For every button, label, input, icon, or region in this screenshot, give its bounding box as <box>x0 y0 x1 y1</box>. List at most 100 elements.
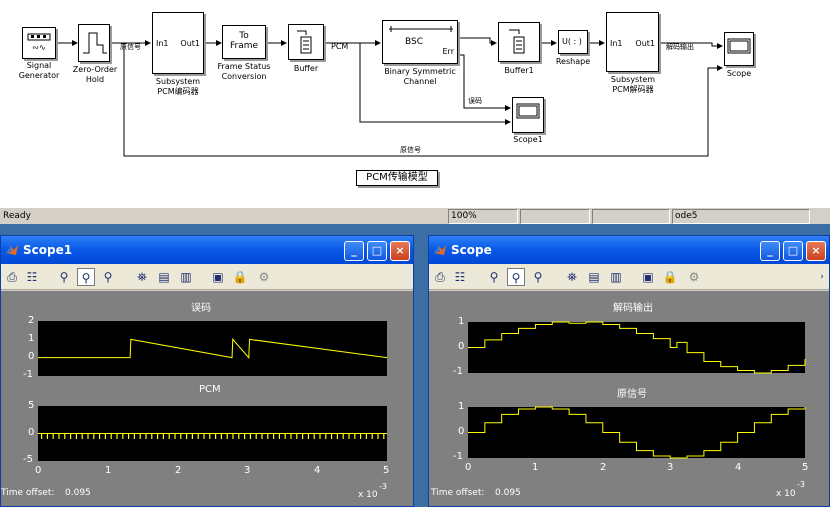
subsystem-decoder-block[interactable]: In1 Out1 <box>606 12 659 72</box>
y-tick-label: -1 <box>453 366 463 377</box>
x-exponent-power: -3 <box>379 482 387 491</box>
pcm-pulse <box>365 433 367 439</box>
pcm-pulse <box>249 433 251 439</box>
save-axes-icon[interactable]: ▤ <box>155 268 173 286</box>
y-tick-label: -5 <box>23 454 33 465</box>
signal-generator-label: Signal Generator <box>18 61 60 80</box>
x-tick-label: 4 <box>735 462 742 473</box>
maximize-button[interactable]: □ <box>783 241 803 261</box>
x-tick-label: 4 <box>314 465 321 476</box>
signal-selection-icon[interactable]: ⚙ <box>685 268 703 286</box>
subsystem-encoder-block[interactable]: In1 Out1 <box>152 12 204 74</box>
x-tick-label: 3 <box>244 465 251 476</box>
zoom-x-icon[interactable]: ⚲ <box>77 268 95 286</box>
signal-label-pcm[interactable]: PCM <box>331 42 348 51</box>
zoom-y-icon[interactable]: ⚲ <box>529 268 547 286</box>
minimize-button[interactable]: _ <box>760 241 780 261</box>
parameters-icon[interactable]: ☷ <box>23 268 41 286</box>
close-button[interactable]: × <box>390 241 410 261</box>
buffer1-block[interactable] <box>498 22 540 62</box>
close-button[interactable]: × <box>806 241 826 261</box>
pcm-pulse <box>354 433 356 439</box>
port-in1: In1 <box>610 39 623 48</box>
signal-selection-icon[interactable]: ⚙ <box>255 268 273 286</box>
zoom-icon[interactable]: ⚲ <box>485 268 503 286</box>
maximize-button[interactable]: □ <box>367 241 387 261</box>
pcm-pulse <box>162 433 164 439</box>
pcm-pulse <box>58 433 60 439</box>
pcm-pulse <box>41 433 43 439</box>
pcm-pulse <box>104 433 106 439</box>
restore-axes-icon[interactable]: ▥ <box>607 268 625 286</box>
lock-icon[interactable]: 🔒 <box>231 268 249 286</box>
autoscale-icon[interactable]: ⛯ <box>133 268 151 286</box>
model-caption[interactable]: PCM传输模型 <box>356 170 438 186</box>
status-field-empty <box>520 209 590 224</box>
pcm-pulse <box>296 433 298 439</box>
scope1-window: Scope1 _ □ × ⎙ ☷ ⚲ ⚲ ⚲ ⛯ ▤ ▥ ▣ 🔒 ⚙ 误码 PC… <box>0 235 414 507</box>
pcm-pulse <box>157 433 159 439</box>
zero-order-hold-block[interactable] <box>78 24 110 62</box>
subsystem-decoder-label: Subsystem PCM解码器 <box>610 75 656 94</box>
signal-label-orig2[interactable]: 原信号 <box>400 145 421 155</box>
scope-block[interactable] <box>724 32 754 66</box>
scope-window: Scope _ □ × ⎙ ☷ ⚲ ⚲ ⚲ ⛯ ▤ ▥ ▣ 🔒 ⚙ › 解码输出… <box>428 235 830 507</box>
scope1-block[interactable] <box>512 97 544 133</box>
scope1-figure: 误码 PCM 2 1 0 -1 5 0 -5 0 1 2 3 4 5 x 10 … <box>1 291 413 506</box>
pcm-pulse <box>226 433 228 439</box>
pcm-pulse <box>284 433 286 439</box>
pcm-pulse <box>360 433 362 439</box>
save-axes-icon[interactable]: ▤ <box>585 268 603 286</box>
buffer-block[interactable] <box>288 24 324 60</box>
signal-label-err[interactable]: 误码 <box>468 96 482 106</box>
signal-label-orig[interactable]: 原信号 <box>120 42 141 52</box>
zoom-icon[interactable]: ⚲ <box>55 268 73 286</box>
print-icon[interactable]: ⎙ <box>431 268 449 286</box>
time-offset-value: 0.095 <box>495 488 521 498</box>
scope1-icon <box>516 103 540 119</box>
pcm-pulse <box>180 433 182 439</box>
scope-label: Scope <box>726 69 752 78</box>
zoom-y-icon[interactable]: ⚲ <box>99 268 117 286</box>
scope1-titlebar[interactable]: Scope1 _ □ × <box>1 236 413 264</box>
frame-status-icon-text: To Frame <box>229 31 259 51</box>
minimize-button[interactable]: _ <box>344 241 364 261</box>
signal-label-dec[interactable]: 解码输出 <box>666 42 694 52</box>
pcm-pulse <box>336 433 338 439</box>
pcm-pulse <box>255 433 257 439</box>
x-tick-label: 2 <box>175 465 182 476</box>
bsc-label: Binary Symmetric Channel <box>384 67 456 86</box>
scope1-axes[interactable] <box>1 291 413 507</box>
toolbar-overflow-icon[interactable]: › <box>813 268 830 286</box>
restore-axes-icon[interactable]: ▥ <box>177 268 195 286</box>
x-tick-label: 3 <box>667 462 674 473</box>
y-tick-label: 1 <box>458 401 465 412</box>
floating-scope-icon[interactable]: ▣ <box>639 268 657 286</box>
pcm-pulse <box>220 433 222 439</box>
pcm-pulse <box>133 433 135 439</box>
zoom-x-icon[interactable]: ⚲ <box>507 268 525 286</box>
bsc-block[interactable]: BSC Err <box>382 20 458 64</box>
floating-scope-icon[interactable]: ▣ <box>209 268 227 286</box>
buffer1-label: Buffer1 <box>504 66 534 75</box>
pcm-pulse <box>261 433 263 439</box>
reshape-label: Reshape <box>555 57 591 66</box>
pcm-pulse <box>267 433 269 439</box>
parameters-icon[interactable]: ☷ <box>451 268 469 286</box>
autoscale-icon[interactable]: ⛯ <box>563 268 581 286</box>
model-canvas: ∾∿ Signal Generator Zero-Order Hold In1 … <box>0 0 830 207</box>
matlab-logo-icon <box>434 245 446 255</box>
reshape-block[interactable]: U( : ) <box>558 30 588 54</box>
scope-axes[interactable] <box>429 291 829 507</box>
scope-titlebar[interactable]: Scope _ □ × <box>429 236 829 264</box>
pcm-pulse <box>93 433 95 439</box>
signal-generator-block[interactable]: ∾∿ <box>22 27 56 59</box>
frame-status-label: Frame Status Conversion <box>217 62 271 81</box>
svg-text:∾∿: ∾∿ <box>32 43 45 52</box>
y-tick-label: 0 <box>28 351 35 362</box>
pcm-pulse <box>191 433 193 439</box>
frame-status-block[interactable]: To Frame <box>222 25 266 59</box>
lock-icon[interactable]: 🔒 <box>661 268 679 286</box>
print-icon[interactable]: ⎙ <box>3 268 21 286</box>
scope1-label: Scope1 <box>513 135 543 144</box>
